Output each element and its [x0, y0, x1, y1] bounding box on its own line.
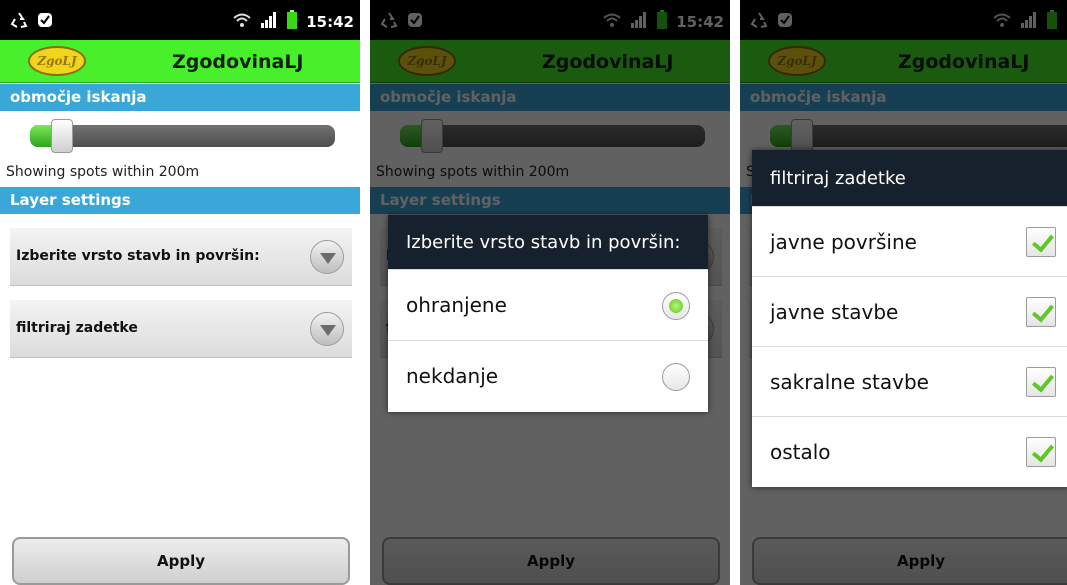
slider-thumb[interactable] [51, 119, 73, 153]
option-label: ohranjene [406, 293, 507, 317]
status-bar: 15:42 [0, 0, 360, 40]
checkbox-checked-icon[interactable] [1026, 367, 1056, 397]
building-type-label: Izberite vrsto stavb in površin: [16, 248, 260, 264]
option-label: javne stavbe [770, 299, 899, 324]
option-label: sakralne stavbe [770, 369, 929, 394]
phone-screen-type-dialog: 15:42 ZgoLJ ZgodovinaLJ območje iskanja … [370, 0, 730, 585]
building-type-dialog: Izberite vrsto stavb in površin: ohranje… [388, 215, 708, 412]
apply-button[interactable]: Apply [12, 537, 350, 585]
wifi-icon [232, 11, 252, 33]
filter-results-label: filtriraj zadetke [16, 320, 138, 336]
dropdown-arrow-icon[interactable] [310, 312, 344, 346]
app-title-bar: ZgoLJ ZgodovinaLJ [0, 40, 360, 83]
checkbox-checked-icon[interactable] [1026, 437, 1056, 467]
filter-option-javne-stavbe[interactable]: javne stavbe [752, 276, 1067, 346]
dropdown-arrow-icon[interactable] [310, 240, 344, 274]
option-nekdanje[interactable]: nekdanje [388, 340, 708, 411]
layer-settings-header: Layer settings [0, 187, 360, 214]
filter-option-javne-povrsine[interactable]: javne površine [752, 206, 1067, 276]
radio-unselected-icon[interactable] [662, 363, 690, 391]
shield-notification-icon [36, 11, 54, 33]
app-logo: ZgoLJ [28, 46, 86, 76]
filter-dialog-title: filtriraj zadetke [752, 150, 1067, 206]
search-radius-caption: Showing spots within 200m [6, 164, 200, 180]
option-label: nekdanje [406, 364, 499, 388]
option-label: javne površine [770, 229, 917, 254]
checkbox-checked-icon[interactable] [1026, 297, 1056, 327]
filter-results-dialog: filtriraj zadetke javne površine javne s… [752, 150, 1067, 487]
building-type-dialog-title: Izberite vrsto stavb in površin: [388, 215, 708, 269]
option-label: ostalo [770, 439, 831, 464]
battery-icon [286, 10, 298, 34]
phone-screen-settings: 15:42 ZgoLJ ZgodovinaLJ območje iskanja … [0, 0, 360, 585]
checkbox-checked-icon[interactable] [1026, 227, 1056, 257]
filter-option-sakralne-stavbe[interactable]: sakralne stavbe [752, 346, 1067, 416]
phone-screen-filter-dialog: 15:42 ZgoLJ ZgodovinaLJ območje iskanja … [740, 0, 1067, 585]
filter-option-ostalo[interactable]: ostalo [752, 416, 1067, 486]
option-ohranjene[interactable]: ohranjene [388, 269, 708, 340]
building-type-selector[interactable]: Izberite vrsto stavb in površin: [10, 228, 352, 286]
search-area-header: območje iskanja [0, 84, 360, 111]
status-time: 15:42 [306, 13, 354, 31]
app-title: ZgodovinaLJ [172, 51, 304, 73]
filter-results-selector[interactable]: filtriraj zadetke [10, 300, 352, 358]
radio-selected-icon[interactable] [662, 292, 690, 320]
signal-icon [260, 11, 278, 33]
search-radius-slider[interactable] [30, 119, 335, 153]
recycle-icon [10, 11, 28, 33]
